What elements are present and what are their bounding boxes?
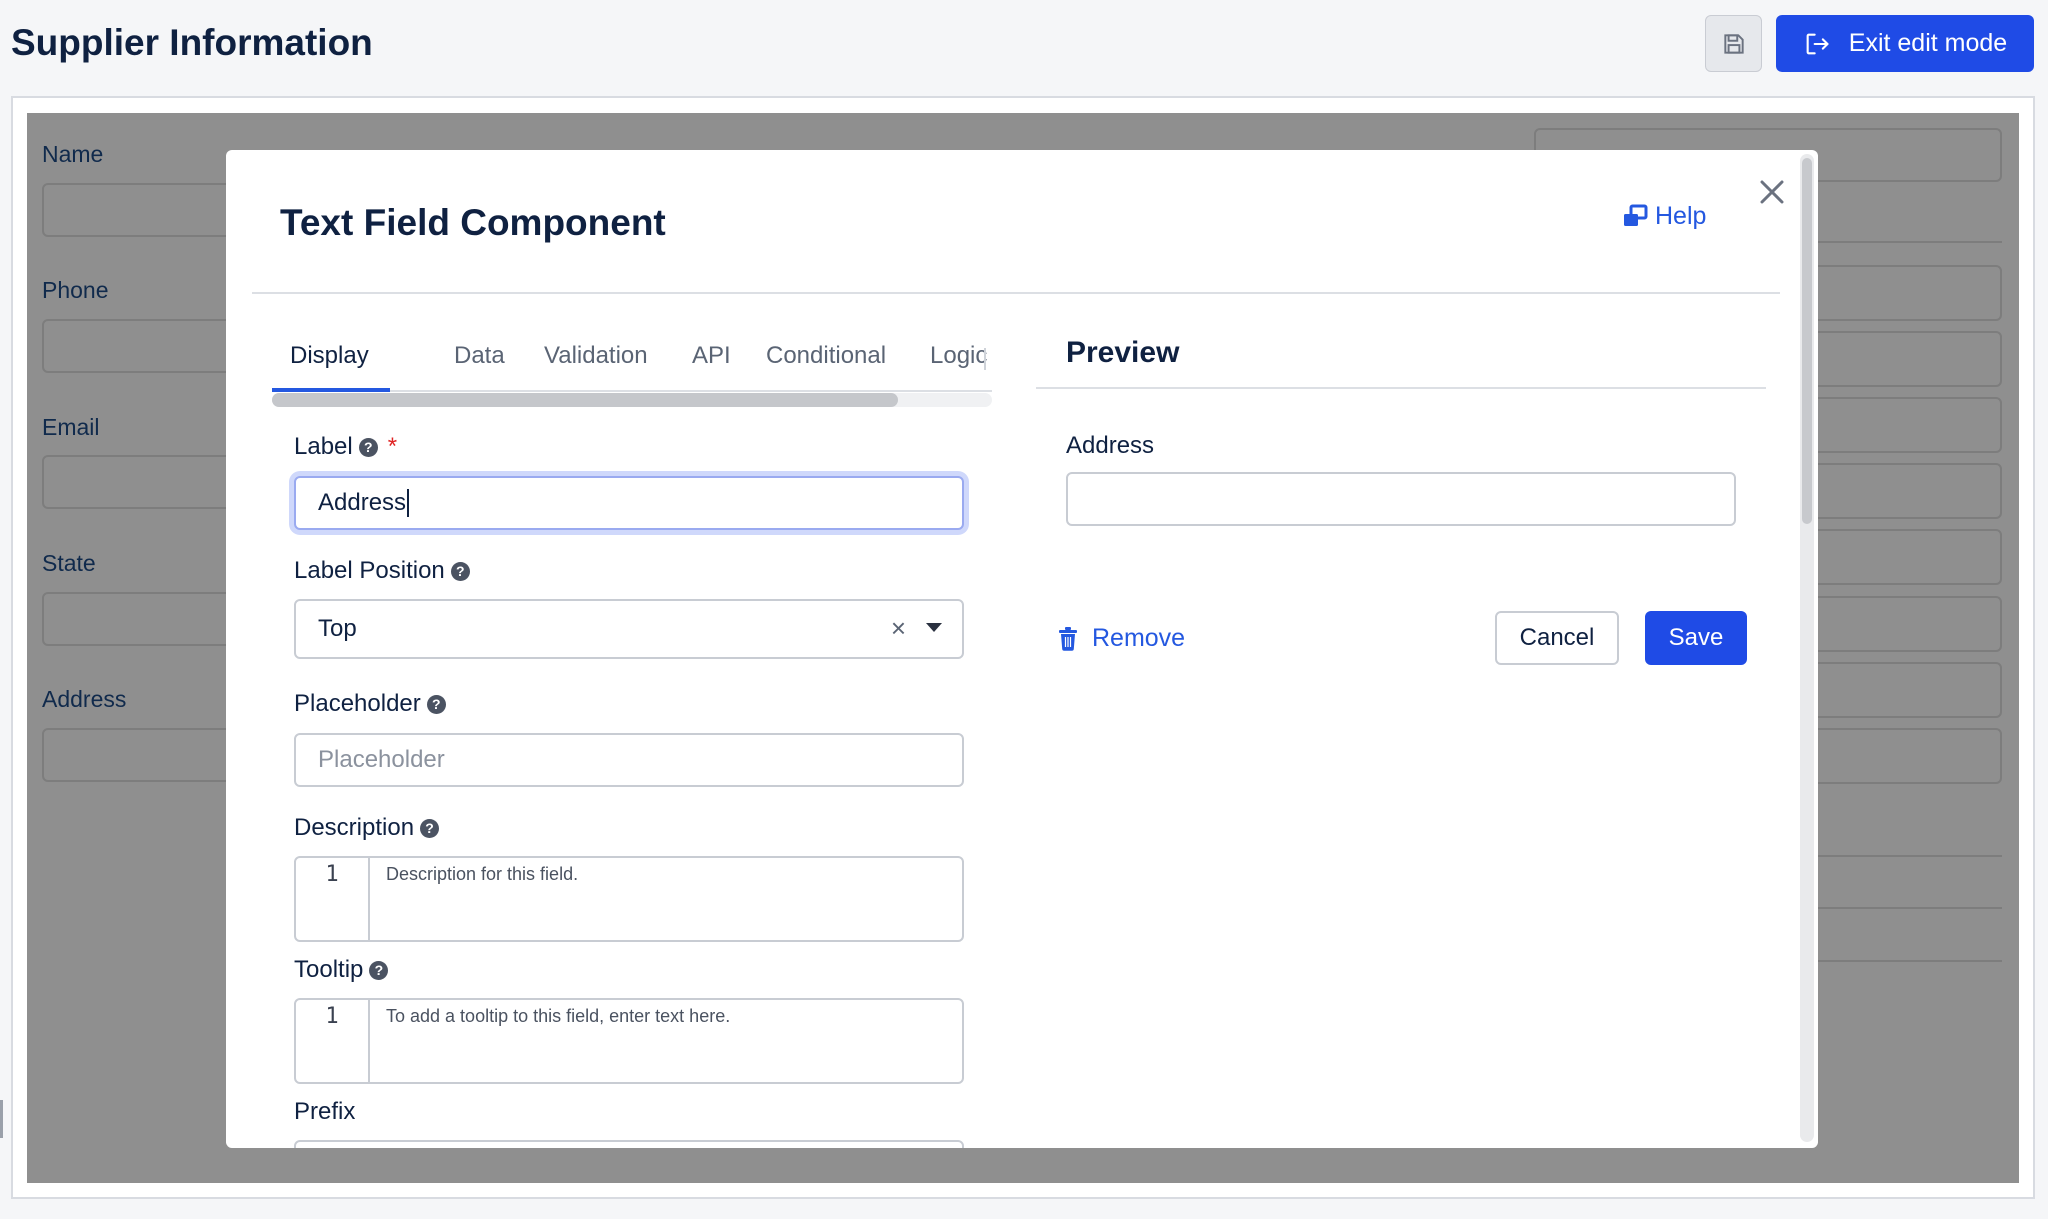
description-field-text: Description [294,814,415,841]
tab-data[interactable]: Data [454,342,505,384]
question-circle-icon[interactable]: ? [420,818,440,838]
placeholder-input[interactable]: Placeholder [294,733,964,787]
required-marker: * [387,433,398,460]
tab-display[interactable]: Display [290,342,369,384]
tooltip-editor[interactable]: 1 To add a tooltip to this field, enter … [294,998,964,1084]
bg-input-email [42,455,242,509]
save-button[interactable]: Save [1645,611,1747,665]
remove-button[interactable]: Remove [1058,624,1185,653]
bg-input-state [42,592,242,646]
placeholder-field-label: Placeholder ? [294,690,446,718]
tabs-overflow-divider [984,348,986,370]
external-link-icon [1624,204,1648,226]
tab-logic[interactable]: Logic [930,342,987,384]
question-circle-icon[interactable]: ? [369,960,389,980]
prefix-input[interactable] [294,1140,964,1148]
tooltip-field-text: Tooltip [294,956,364,983]
placeholder-input-placeholder: Placeholder [318,746,445,773]
description-editor[interactable]: 1 Description for this field. [294,856,964,942]
sign-out-icon [1806,33,1829,54]
help-link[interactable]: Help [1621,202,1706,231]
save-form-button[interactable] [1705,15,1762,72]
remove-label: Remove [1092,624,1186,652]
dialog-header-divider [252,292,1780,294]
page-title: Supplier Information [11,22,373,63]
tooltip-placeholder: To add a tooltip to this field, enter te… [386,1006,731,1026]
tabs-horizontal-scrollbar[interactable] [272,393,992,407]
close-dialog-button[interactable] [1752,172,1792,212]
preview-address-input[interactable] [1066,472,1736,526]
left-edge-marker [0,1100,3,1138]
label-field-label: Label ? * [294,433,397,461]
bg-input-phone [42,319,242,373]
tabs-scrollbar-thumb[interactable] [272,393,899,407]
label-field-text: Label [294,433,353,460]
bg-input-name [42,183,242,237]
bg-field-label-phone: Phone [42,277,109,303]
modal-scrollbar-thumb[interactable] [1802,158,1812,524]
active-tab-indicator [272,388,390,392]
cancel-button[interactable]: Cancel [1495,611,1619,665]
line-number: 1 [296,858,370,940]
exit-edit-mode-label: Exit edit mode [1848,29,2008,57]
question-circle-icon[interactable]: ? [450,561,470,581]
question-circle-icon[interactable]: ? [358,437,378,457]
tab-api[interactable]: API [692,342,731,384]
trash-icon [1059,626,1077,651]
tab-conditional[interactable]: Conditional [766,342,886,384]
preview-divider [1036,387,1766,389]
tab-validation[interactable]: Validation [544,342,648,384]
exit-edit-mode-button[interactable]: Exit edit mode [1776,15,2034,72]
label-position-select[interactable]: Top × [294,599,964,659]
bg-field-label-state: State [42,550,96,576]
preview-heading: Preview [1066,336,1180,369]
bg-field-label-address: Address [42,686,127,712]
tooltip-field-label: Tooltip ? [294,956,389,984]
description-placeholder: Description for this field. [386,864,579,884]
question-circle-icon[interactable]: ? [426,694,446,714]
close-icon [1760,180,1784,204]
placeholder-field-text: Placeholder [294,690,421,717]
settings-tabs: Display Data Validation API Conditional … [272,342,992,394]
dialog-title: Text Field Component [280,202,666,243]
bg-field-label-name: Name [42,141,104,167]
label-position-text: Label Position [294,557,445,584]
label-input[interactable]: Address [294,476,964,530]
text-field-component-dialog: Text Field Component Help Display Data V… [226,150,1818,1148]
floppy-disk-icon [1723,33,1744,54]
text-caret [407,489,410,517]
description-field-label: Description ? [294,814,440,842]
bg-field-label-email: Email [42,414,100,440]
prefix-field-label: Prefix [294,1098,355,1126]
label-input-value: Address [318,489,407,516]
preview-field-label: Address [1066,432,1155,459]
label-position-value: Top [318,615,357,642]
help-label: Help [1655,202,1707,230]
label-position-field-label: Label Position ? [294,557,470,585]
clear-selection-icon[interactable]: × [891,613,906,644]
chevron-down-icon[interactable] [926,623,942,632]
prefix-field-text: Prefix [294,1098,356,1125]
modal-scrollbar[interactable] [1800,154,1814,1142]
line-number: 1 [296,1000,370,1082]
bg-input-address [42,728,242,782]
